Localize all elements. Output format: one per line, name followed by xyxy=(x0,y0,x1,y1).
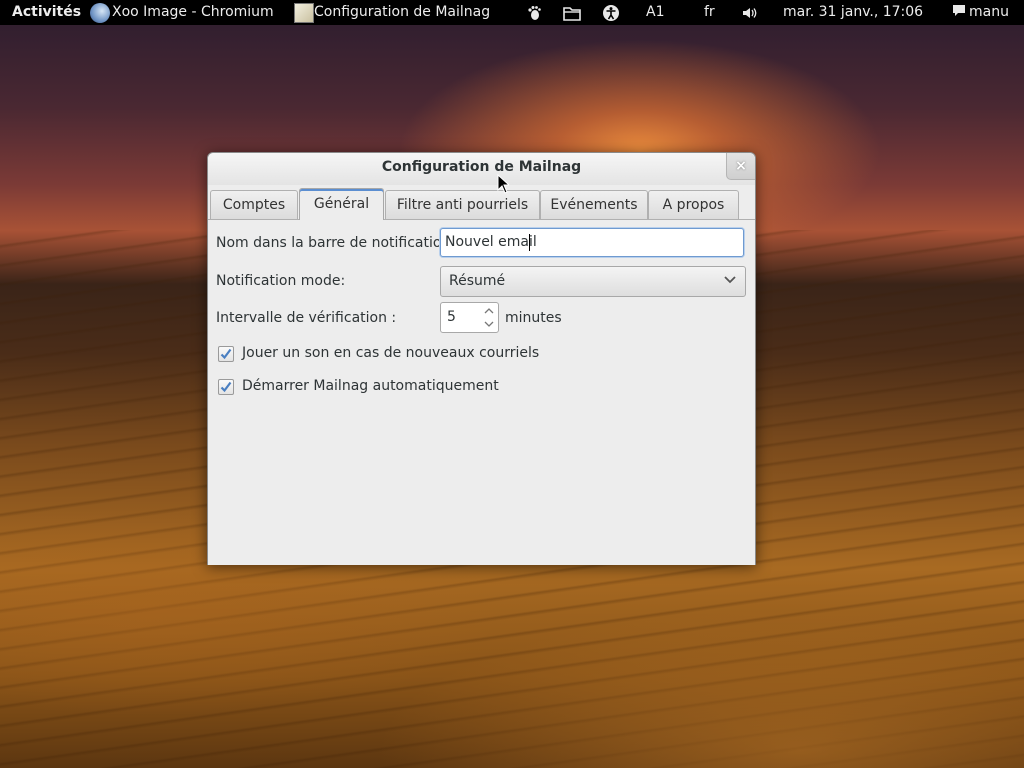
spinner-arrows-icon[interactable] xyxy=(483,305,495,330)
notification-mode-select[interactable]: Résumé xyxy=(440,266,746,297)
play-sound-checkbox[interactable] xyxy=(218,346,234,362)
clock[interactable]: mar. 31 janv., 17:06 xyxy=(783,0,923,25)
check-interval-label: Intervalle de vérification : xyxy=(216,310,397,326)
chromium-app-icon xyxy=(90,3,110,23)
taskbar-mailnag[interactable]: Configuration de Mailnag xyxy=(292,0,490,25)
tab-evenements[interactable]: Evénements xyxy=(540,190,648,219)
keyboard-index: 1 xyxy=(655,4,665,20)
checkmark-icon xyxy=(220,348,232,360)
play-sound-label: Jouer un son en cas de nouveaux courriel… xyxy=(242,345,540,361)
chevron-down-icon xyxy=(724,276,736,284)
language-indicator[interactable]: fr xyxy=(704,0,715,25)
user-name: manu xyxy=(969,4,1009,20)
user-menu[interactable]: manu xyxy=(952,0,1009,25)
checkmark-icon xyxy=(220,381,232,393)
keyboard-layout-indicator[interactable]: A1 xyxy=(646,0,665,25)
mailnag-app-icon xyxy=(294,3,314,23)
check-interval-spinner[interactable]: 5 xyxy=(440,302,499,333)
close-icon: × xyxy=(735,158,747,174)
top-panel: Activités Xoo Image - Chromium Configura… xyxy=(0,0,1024,25)
activities-button[interactable]: Activités xyxy=(12,0,81,25)
volume-icon[interactable] xyxy=(740,0,760,25)
check-interval-unit: minutes xyxy=(505,310,562,326)
mailnag-config-window: Configuration de Mailnag × Comptes Génér… xyxy=(207,152,756,565)
mouse-pointer-icon xyxy=(497,174,509,194)
notification-mode-label: Notification mode: xyxy=(216,273,346,289)
text-caret xyxy=(529,234,530,251)
chat-bubble-icon xyxy=(953,5,965,16)
taskbar-chromium-label: Xoo Image - Chromium xyxy=(112,4,274,20)
tab-a-propos[interactable]: A propos xyxy=(648,190,739,219)
autostart-checkbox[interactable] xyxy=(218,379,234,395)
folder-icon[interactable] xyxy=(562,0,582,25)
tab-comptes[interactable]: Comptes xyxy=(210,190,298,219)
window-titlebar[interactable]: Configuration de Mailnag × xyxy=(208,153,755,185)
taskbar-chromium[interactable]: Xoo Image - Chromium xyxy=(90,0,274,25)
autostart-label: Démarrer Mailnag automatiquement xyxy=(242,378,499,394)
accessibility-icon[interactable] xyxy=(601,0,621,25)
gnome-foot-icon[interactable] xyxy=(524,0,544,25)
check-interval-value: 5 xyxy=(447,309,456,325)
notification-mode-value: Résumé xyxy=(449,273,506,289)
keyboard-label: A xyxy=(646,4,656,20)
window-title: Configuration de Mailnag xyxy=(381,159,582,175)
taskbar-mailnag-label: Configuration de Mailnag xyxy=(314,4,491,20)
notification-name-label: Nom dans la barre de notification: xyxy=(216,235,456,251)
tab-general[interactable]: Général xyxy=(299,188,384,220)
notification-name-input[interactable] xyxy=(441,229,739,254)
close-button[interactable]: × xyxy=(726,153,755,180)
general-page: Nom dans la barre de notification: Notif… xyxy=(208,219,755,565)
tab-filtre-anti-pourriels[interactable]: Filtre anti pourriels xyxy=(385,190,540,219)
notification-name-field[interactable] xyxy=(440,228,744,257)
